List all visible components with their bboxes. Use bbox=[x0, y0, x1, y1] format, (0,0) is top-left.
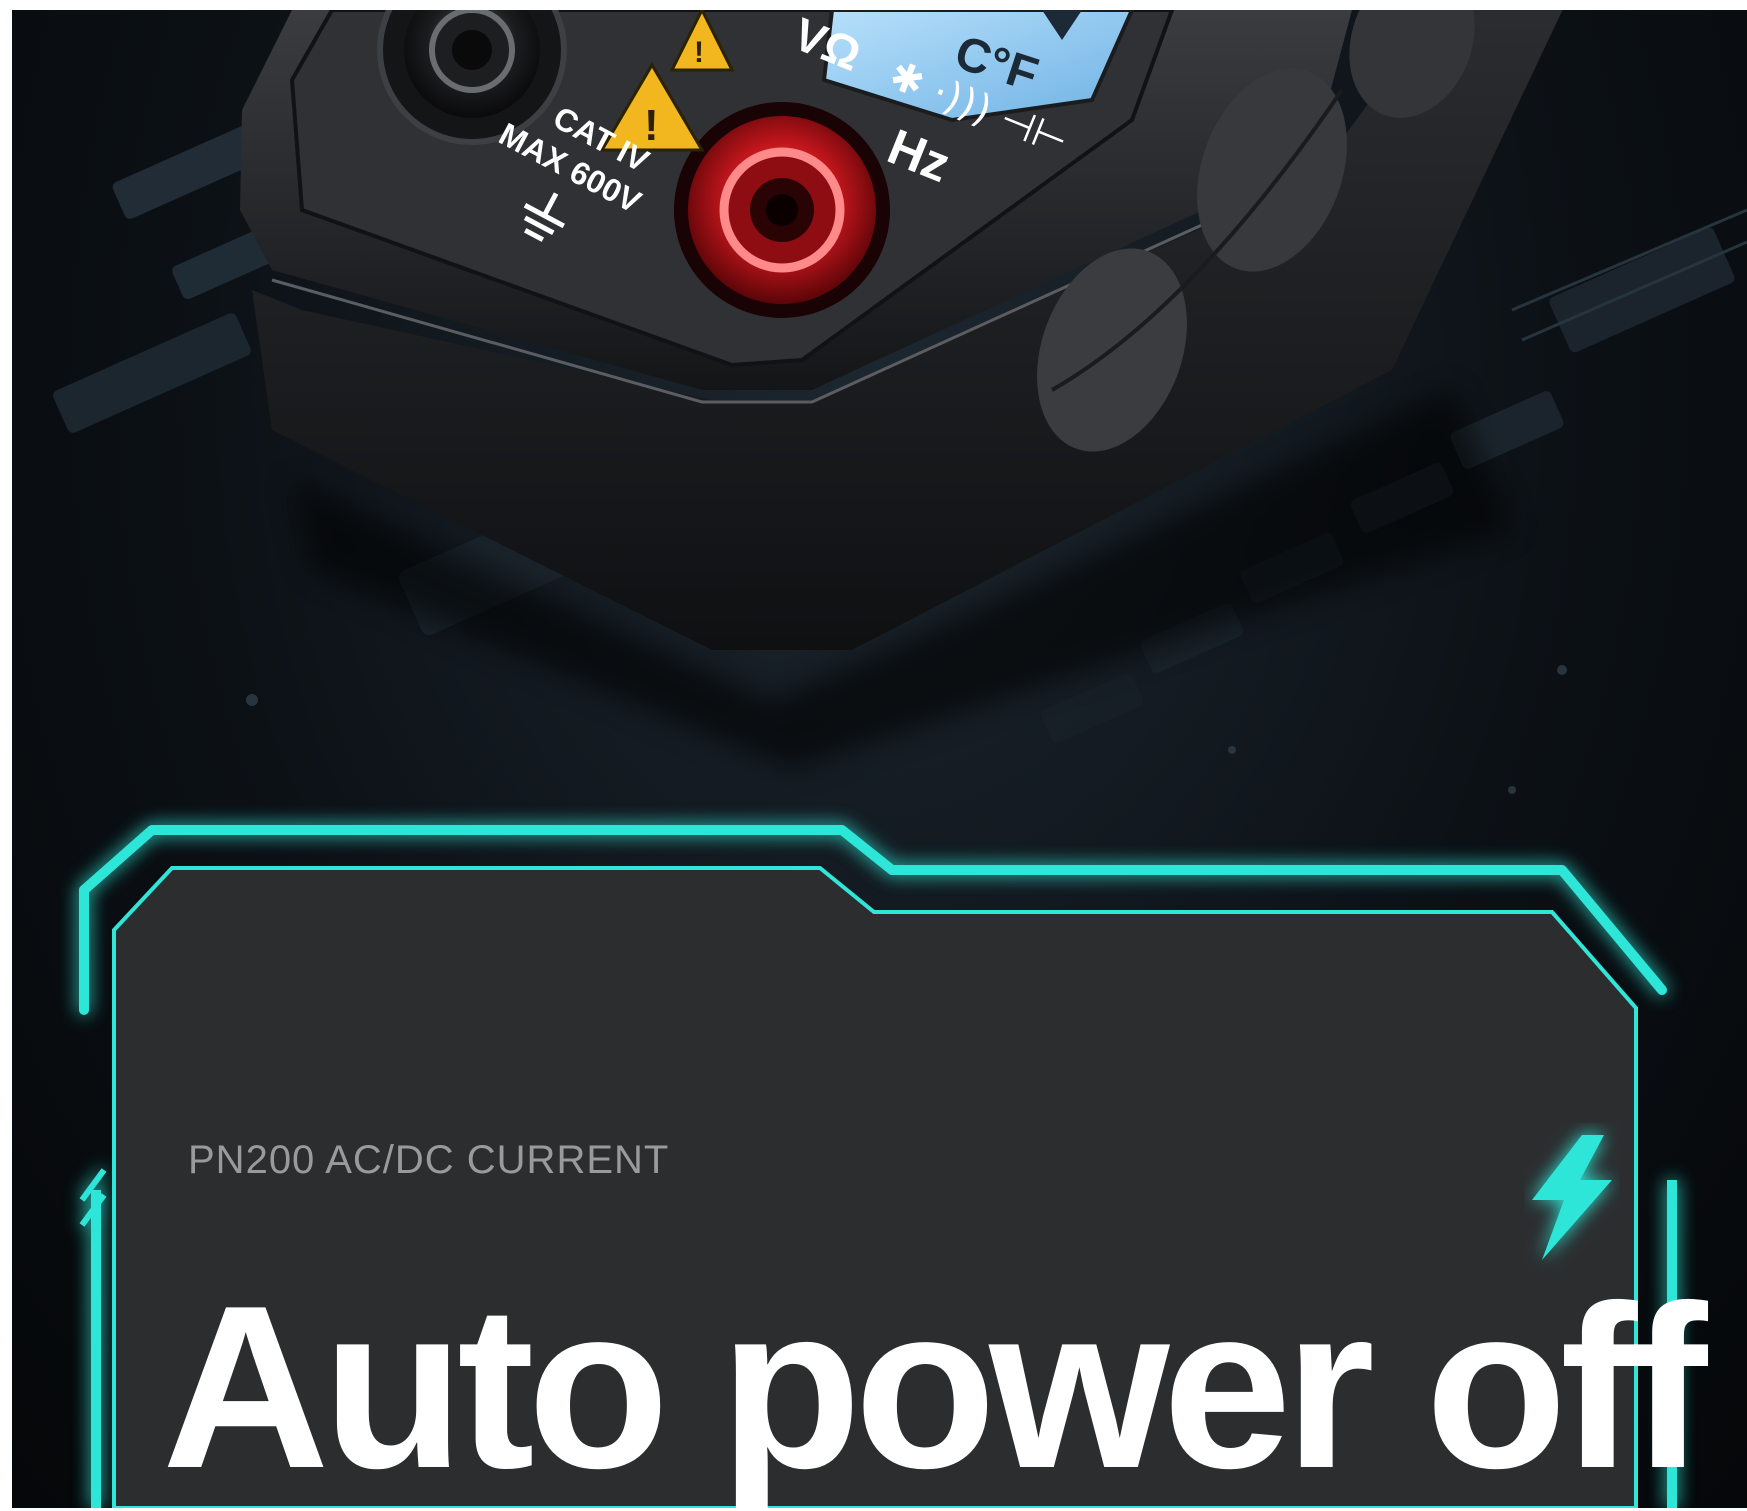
svg-text:!: ! bbox=[694, 36, 704, 69]
background-chip bbox=[53, 313, 251, 433]
card-subtitle: PN200 AC/DC CURRENT bbox=[188, 1138, 670, 1182]
multimeter-body: C°F ! ! CAT IV MAX 600V VΩ ✱ ·))) ⊣⊢ Hz bbox=[240, 10, 1563, 770]
voltage-probe-port bbox=[674, 102, 890, 318]
background-chip bbox=[1549, 227, 1735, 353]
product-scene: C°F ! ! CAT IV MAX 600V VΩ ✱ ·))) ⊣⊢ Hz … bbox=[12, 10, 1747, 1508]
card-heading: Auto power off bbox=[162, 1258, 1708, 1508]
